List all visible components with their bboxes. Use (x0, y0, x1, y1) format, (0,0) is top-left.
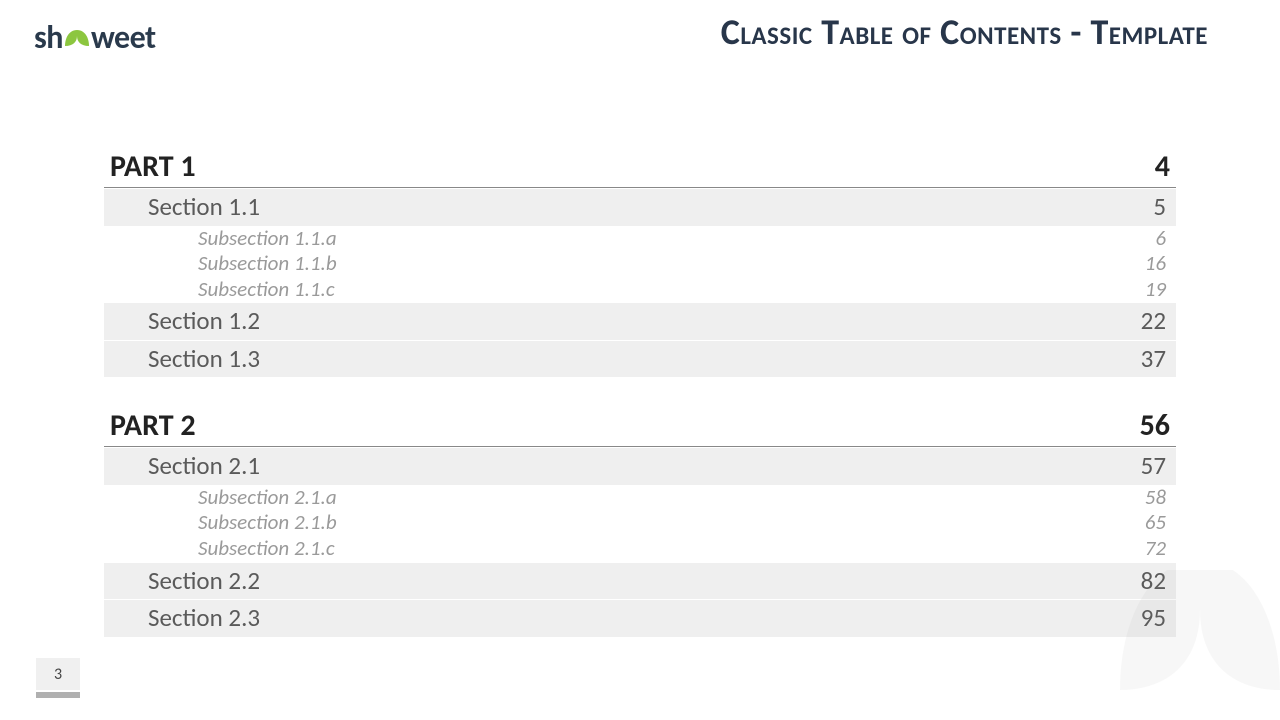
toc-subsection-page: 58 (1145, 485, 1166, 511)
toc-section-label: Section 1.1 (148, 191, 260, 224)
toc-subsection-row: Subsection 2.1.a 58 (104, 485, 1176, 511)
toc-subsection-page: 16 (1145, 251, 1166, 277)
toc-subsection-row: Subsection 2.1.b 65 (104, 510, 1176, 536)
toc-subsection-page: 19 (1145, 277, 1166, 303)
toc-section-page: 37 (1141, 343, 1166, 376)
toc-section-row: Section 2.2 82 (104, 563, 1176, 600)
logo: shweet (34, 18, 156, 57)
toc-subsection-label: Subsection 1.1.a (198, 226, 337, 252)
leaf-icon (63, 20, 91, 59)
toc-part-label: PART 2 (110, 407, 196, 444)
toc-section-page: 22 (1141, 305, 1166, 338)
toc-subsection-label: Subsection 2.1.b (198, 510, 337, 536)
toc-part-row: PART 1 4 (104, 148, 1176, 188)
toc-part-row: PART 2 56 (104, 407, 1176, 447)
toc-part-label: PART 1 (110, 148, 196, 185)
toc-subsection-row: Subsection 2.1.c 72 (104, 536, 1176, 562)
toc-subsection-row: Subsection 1.1.b 16 (104, 251, 1176, 277)
logo-text-post: weet (91, 18, 156, 57)
toc-subsection-label: Subsection 1.1.c (198, 277, 335, 303)
table-of-contents: PART 14Section 1.15Subsection 1.1.a6Subs… (104, 148, 1176, 637)
toc-part-page: 56 (1140, 407, 1170, 444)
toc-subsection-page: 6 (1155, 226, 1166, 252)
page-number-value: 3 (54, 665, 62, 684)
page-number: 3 (36, 658, 80, 690)
toc-section-label: Section 1.2 (148, 305, 260, 338)
toc-subsection-row: Subsection 1.1.a 6 (104, 226, 1176, 252)
toc-section-label: Section 1.3 (148, 343, 260, 376)
toc-section-page: 5 (1153, 191, 1166, 224)
toc-section-page: 95 (1141, 602, 1166, 635)
page-title: Classic Table of Contents - Template (721, 10, 1208, 54)
toc-section-page: 82 (1141, 565, 1166, 598)
toc-subsection-label: Subsection 1.1.b (198, 251, 337, 277)
toc-section-row: Section 1.3 37 (104, 341, 1176, 378)
toc-subsection-row: Subsection 1.1.c 19 (104, 277, 1176, 303)
toc-section-row: Section 1.1 5 (104, 189, 1176, 226)
toc-section-row: Section 1.2 22 (104, 303, 1176, 340)
toc-section-page: 57 (1141, 450, 1166, 483)
toc-part-page: 4 (1155, 148, 1170, 185)
toc-subsection-label: Subsection 2.1.c (198, 536, 335, 562)
logo-text-pre: sh (34, 18, 63, 57)
toc-section-row: Section 2.1 57 (104, 448, 1176, 485)
toc-section-label: Section 2.2 (148, 565, 260, 598)
page-number-bar (36, 692, 80, 698)
toc-section-label: Section 2.1 (148, 450, 260, 483)
toc-section-row: Section 2.3 95 (104, 600, 1176, 637)
toc-subsection-page: 65 (1145, 510, 1166, 536)
toc-section-label: Section 2.3 (148, 602, 260, 635)
toc-subsection-label: Subsection 2.1.a (198, 485, 337, 511)
toc-subsection-page: 72 (1145, 536, 1166, 562)
